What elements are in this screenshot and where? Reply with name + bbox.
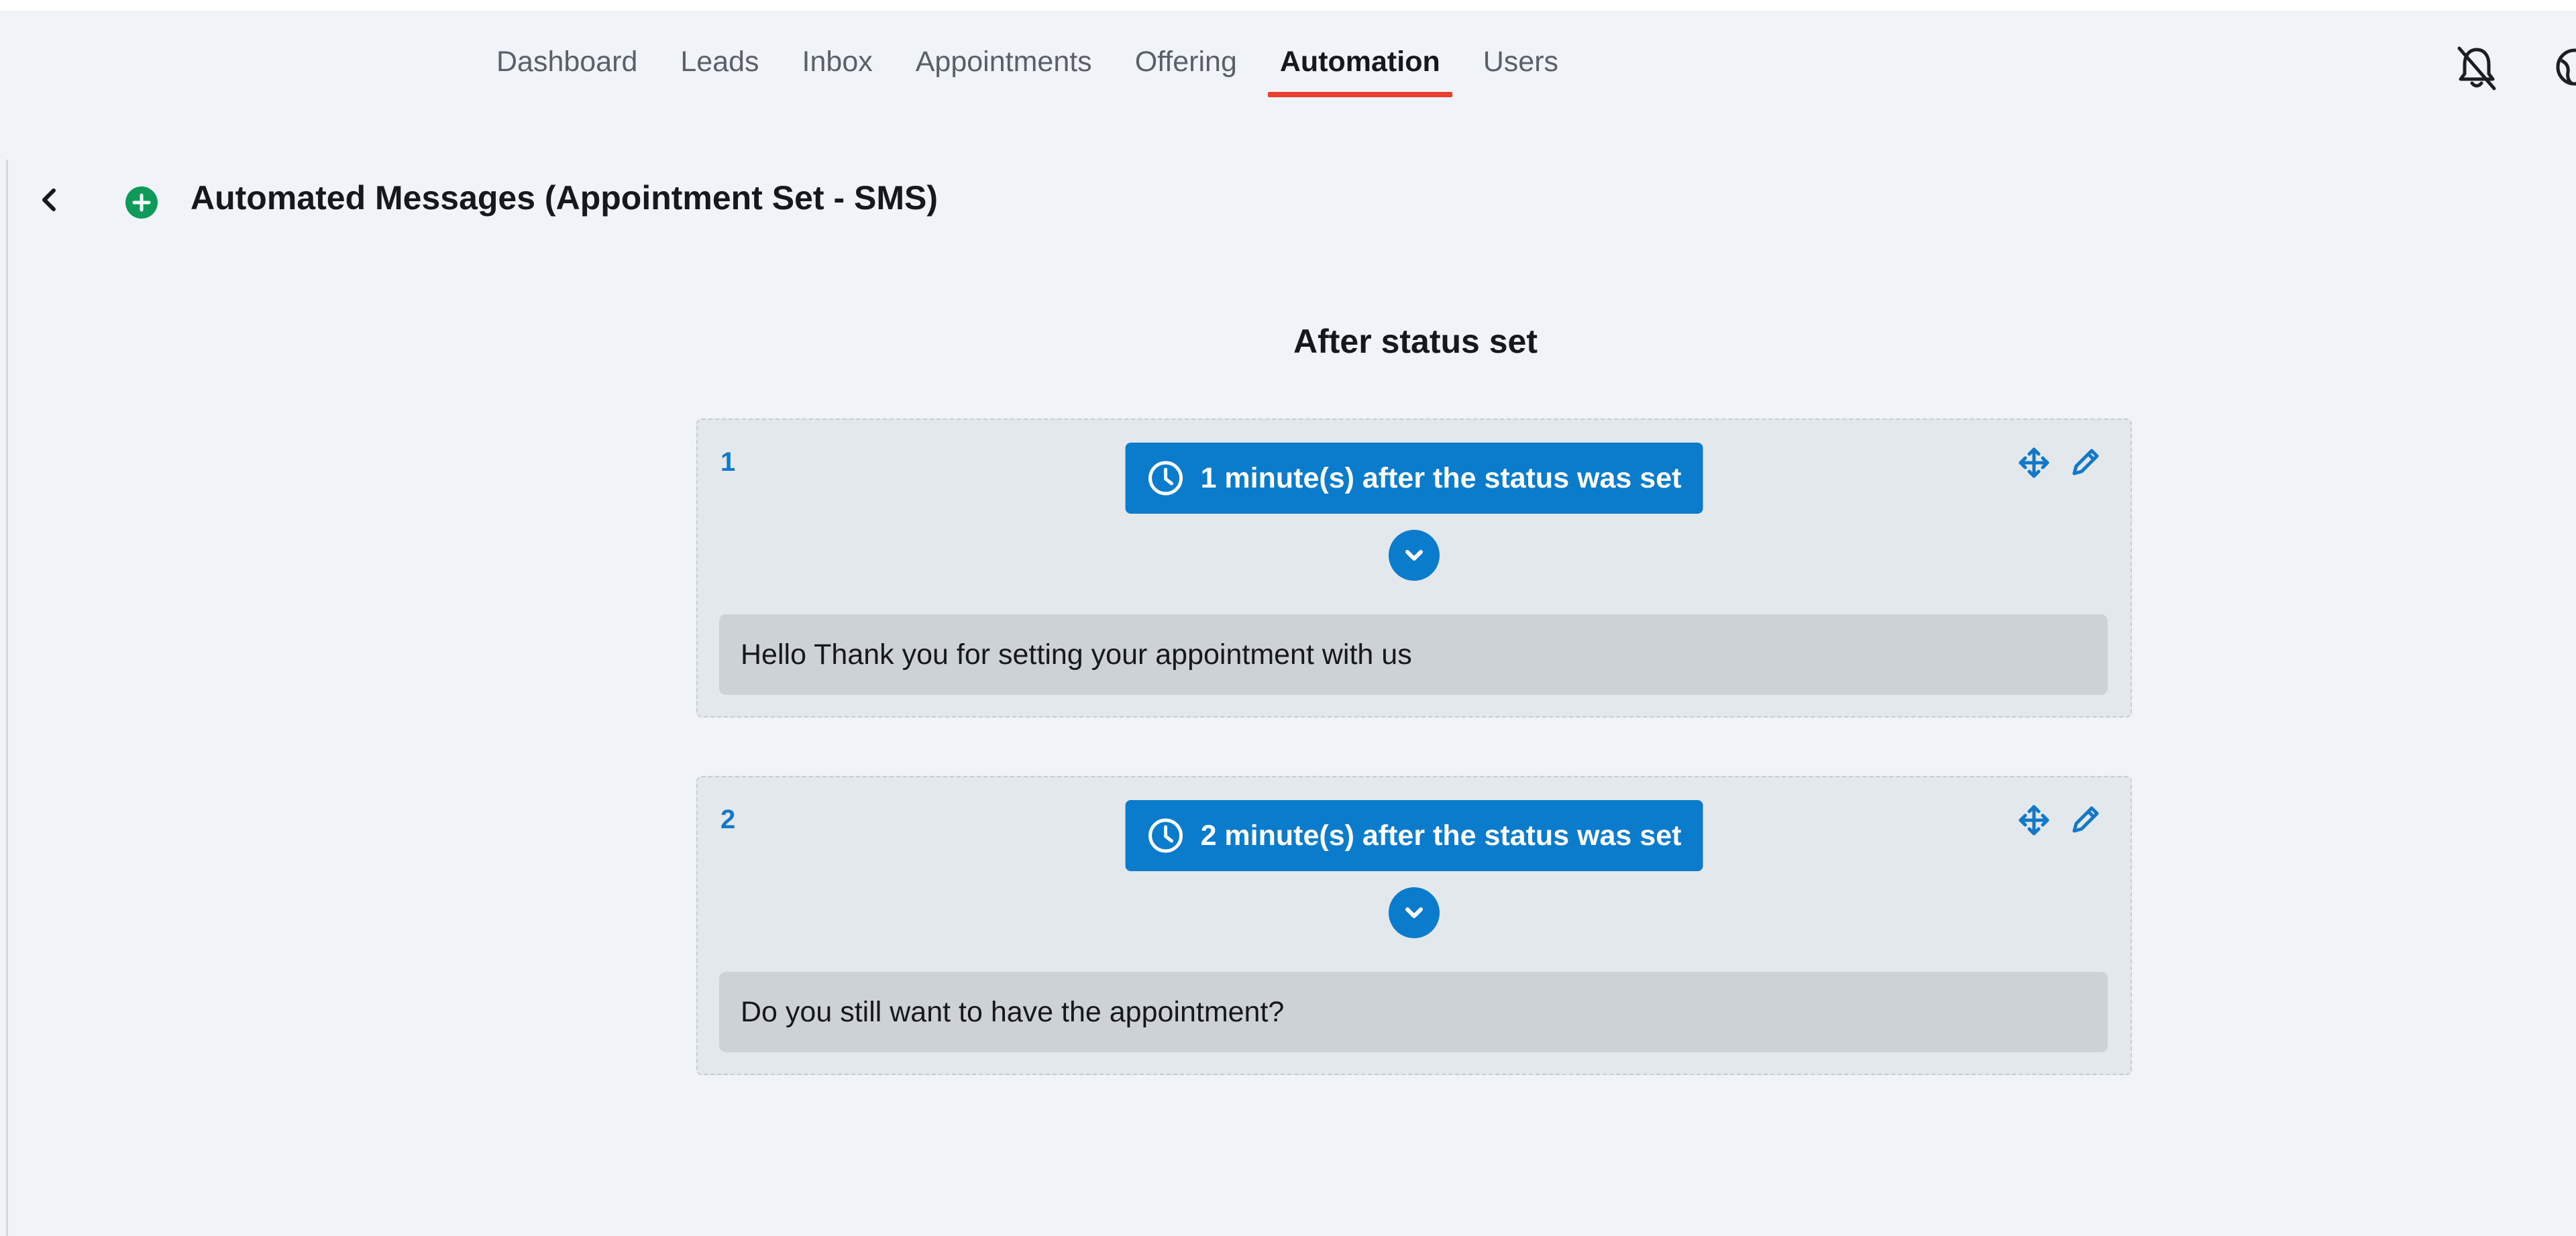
delay-label: 1 minute(s) after the status was set	[1200, 461, 1682, 494]
back-button[interactable]	[36, 180, 63, 220]
message-card: 1 1 minute(s) after the status was set H…	[696, 418, 2132, 718]
section-title: After status set	[1293, 323, 1538, 360]
chevron-down-icon	[1405, 550, 1423, 561]
delay-button[interactable]: 2 minute(s) after the status was set	[1125, 800, 1703, 871]
delay-label: 2 minute(s) after the status was set	[1200, 819, 1682, 852]
clock-icon	[1148, 461, 1183, 496]
nav-offering[interactable]: Offering	[1135, 43, 1237, 80]
plus-circle-icon	[125, 186, 158, 219]
expand-button[interactable]	[1389, 887, 1440, 938]
left-divider	[6, 160, 8, 1236]
move-icon[interactable]	[2017, 445, 2051, 480]
message-text: Do you still want to have the appointmen…	[719, 972, 2108, 1052]
nav-appointments[interactable]: Appointments	[916, 43, 1092, 80]
add-message-button[interactable]	[125, 186, 158, 219]
globe-icon[interactable]	[2555, 47, 2576, 87]
message-card: 2 2 minute(s) after the status was set D…	[696, 776, 2132, 1075]
message-number: 2	[720, 805, 736, 834]
chevron-left-icon	[42, 188, 56, 211]
nav-inbox[interactable]: Inbox	[802, 43, 873, 80]
main-nav: Dashboard Leads Inbox Appointments Offer…	[496, 43, 1601, 97]
chevron-down-icon	[1405, 907, 1423, 918]
delay-button[interactable]: 1 minute(s) after the status was set	[1125, 443, 1703, 514]
bell-off-icon[interactable]	[2455, 44, 2498, 93]
move-icon[interactable]	[2017, 803, 2051, 838]
top-strip	[0, 0, 2576, 11]
nav-users[interactable]: Users	[1483, 43, 1558, 80]
edit-pencil-icon[interactable]	[2068, 803, 2102, 838]
message-text: Hello Thank you for setting your appoint…	[719, 614, 2108, 695]
expand-button[interactable]	[1389, 530, 1440, 581]
message-number: 1	[720, 447, 736, 477]
edit-pencil-icon[interactable]	[2068, 445, 2102, 480]
nav-dashboard[interactable]: Dashboard	[496, 43, 637, 80]
nav-leads[interactable]: Leads	[680, 43, 759, 80]
nav-automation[interactable]: Automation	[1267, 43, 1452, 97]
clock-icon	[1148, 818, 1183, 853]
page-title: Automated Messages (Appointment Set - SM…	[191, 179, 938, 217]
